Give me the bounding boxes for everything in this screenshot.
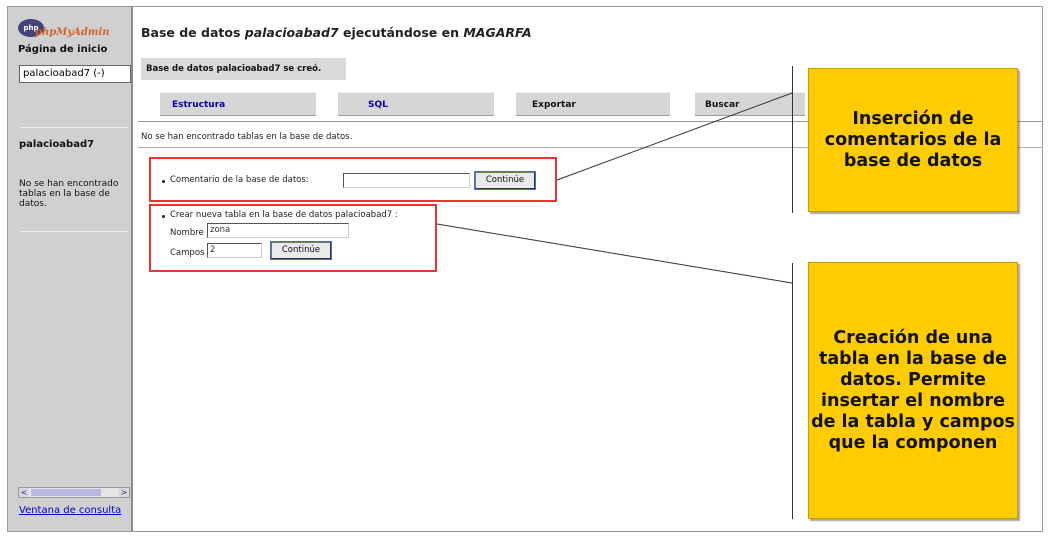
created-message: Base de datos palacioabad7 se creó.: [141, 58, 346, 80]
create-table-heading: Crear nueva tabla en la base de datos pa…: [170, 210, 398, 220]
comment-input[interactable]: [343, 173, 470, 188]
scroll-right-icon[interactable]: >: [119, 488, 129, 497]
create-table-continue-button[interactable]: Continúe: [270, 241, 332, 260]
comment-callout-text: Inserción de comentarios de la base de d…: [824, 108, 1002, 171]
table-name-label: Nombre :: [170, 228, 210, 238]
sidebar-db-name[interactable]: palacioabad7: [19, 139, 94, 150]
bullet-icon: [162, 215, 165, 218]
title-server: MAGARFA: [463, 25, 532, 40]
sidebar-empty-note: No se han encontrado tablas en la base d…: [19, 179, 119, 209]
create-table-callout: Creación de una tabla en la base de dato…: [808, 262, 1018, 519]
create-table-callout-text: Creación de una tabla en la base de dato…: [811, 327, 1015, 453]
sidebar-divider: [20, 127, 128, 128]
table-name-input[interactable]: zona: [207, 223, 349, 238]
comment-continue-button[interactable]: Continúe: [474, 171, 536, 190]
sidebar-divider: [20, 231, 128, 232]
callout-bracket-line: [792, 263, 793, 519]
fields-label: Campos :: [170, 248, 211, 258]
scroll-thumb[interactable]: [31, 489, 101, 496]
tab-estructura[interactable]: Estructura: [160, 92, 316, 116]
scroll-left-icon[interactable]: <: [19, 488, 29, 497]
query-window-link[interactable]: Ventana de consulta: [19, 505, 121, 516]
no-tables-message: No se han encontrado tablas en la base d…: [141, 132, 353, 142]
title-prefix: Base de datos: [141, 25, 245, 40]
tab-sql[interactable]: SQL: [338, 92, 494, 116]
comment-callout: Inserción de comentarios de la base de d…: [808, 68, 1018, 212]
tab-exportar[interactable]: Exportar: [516, 92, 670, 116]
horizontal-scrollbar[interactable]: < >: [18, 487, 130, 498]
callout-bracket-line: [792, 66, 793, 213]
fields-count-input[interactable]: 2: [207, 243, 262, 258]
comment-label: Comentario de la base de datos:: [170, 175, 309, 185]
navigation-sidebar: php phpMyAdmin Página de inicio palacioa…: [8, 7, 133, 531]
phpmyadmin-logo[interactable]: php phpMyAdmin: [18, 19, 110, 41]
database-select[interactable]: palacioabad7 (-): [19, 65, 131, 83]
page-title: Base de datos palacioabad7 ejecutándose …: [141, 25, 532, 40]
home-link[interactable]: Página de inicio: [18, 44, 107, 55]
title-db: palacioabad7: [244, 25, 339, 40]
bullet-icon: [162, 180, 165, 183]
logo-text: phpMyAdmin: [35, 27, 110, 38]
tab-buscar[interactable]: Buscar: [695, 92, 805, 116]
title-middle: ejecutándose en: [338, 25, 464, 40]
